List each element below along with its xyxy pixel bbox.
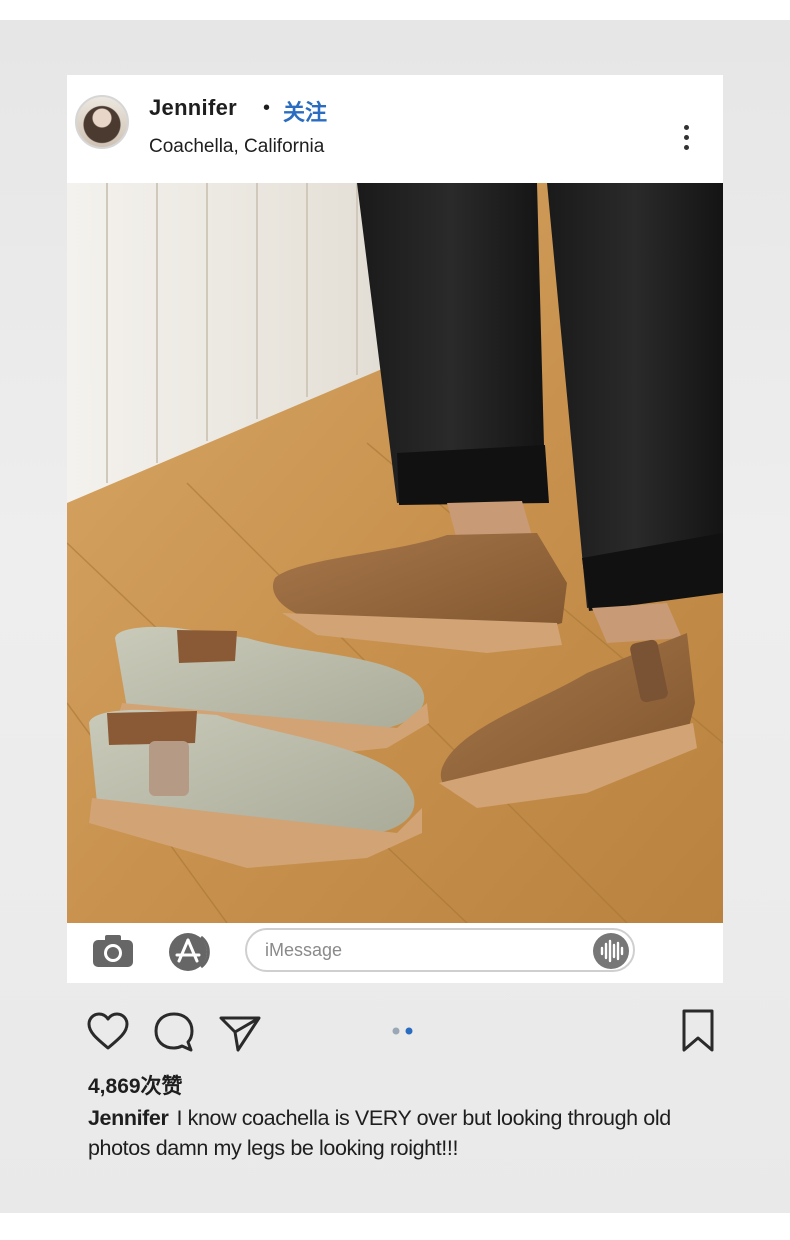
likes-count[interactable]: 4,869次赞 bbox=[88, 1070, 183, 1100]
follow-button[interactable]: 关注 bbox=[283, 95, 327, 127]
location-label[interactable]: Coachella, California bbox=[149, 136, 324, 158]
carousel-dot-2 bbox=[405, 1027, 413, 1035]
imessage-input[interactable] bbox=[245, 928, 635, 972]
message-bar bbox=[67, 923, 723, 983]
more-options-icon[interactable] bbox=[679, 125, 693, 157]
caption-text: I know coachella is VERY over but lookin… bbox=[88, 1106, 671, 1160]
carousel-dots bbox=[392, 1027, 413, 1035]
bookmark-icon[interactable] bbox=[676, 1008, 720, 1054]
post-header: Jennifer • 关注 Coachella, California bbox=[67, 75, 723, 183]
post-photo bbox=[67, 183, 723, 923]
username[interactable]: Jennifer bbox=[149, 95, 237, 121]
app-store-icon[interactable] bbox=[167, 931, 219, 973]
heart-icon[interactable] bbox=[86, 1010, 130, 1054]
avatar[interactable] bbox=[75, 95, 129, 149]
caption-username[interactable]: Jennifer bbox=[88, 1106, 169, 1130]
comment-icon[interactable] bbox=[152, 1010, 196, 1054]
camera-icon[interactable] bbox=[91, 933, 135, 969]
separator-dot: • bbox=[263, 97, 271, 119]
audio-waveform-icon[interactable] bbox=[592, 932, 630, 970]
post-caption: Jennifer I know coachella is VERY over bu… bbox=[88, 1103, 708, 1163]
carousel-dot-1 bbox=[392, 1027, 400, 1035]
paper-plane-icon[interactable] bbox=[218, 1010, 262, 1054]
